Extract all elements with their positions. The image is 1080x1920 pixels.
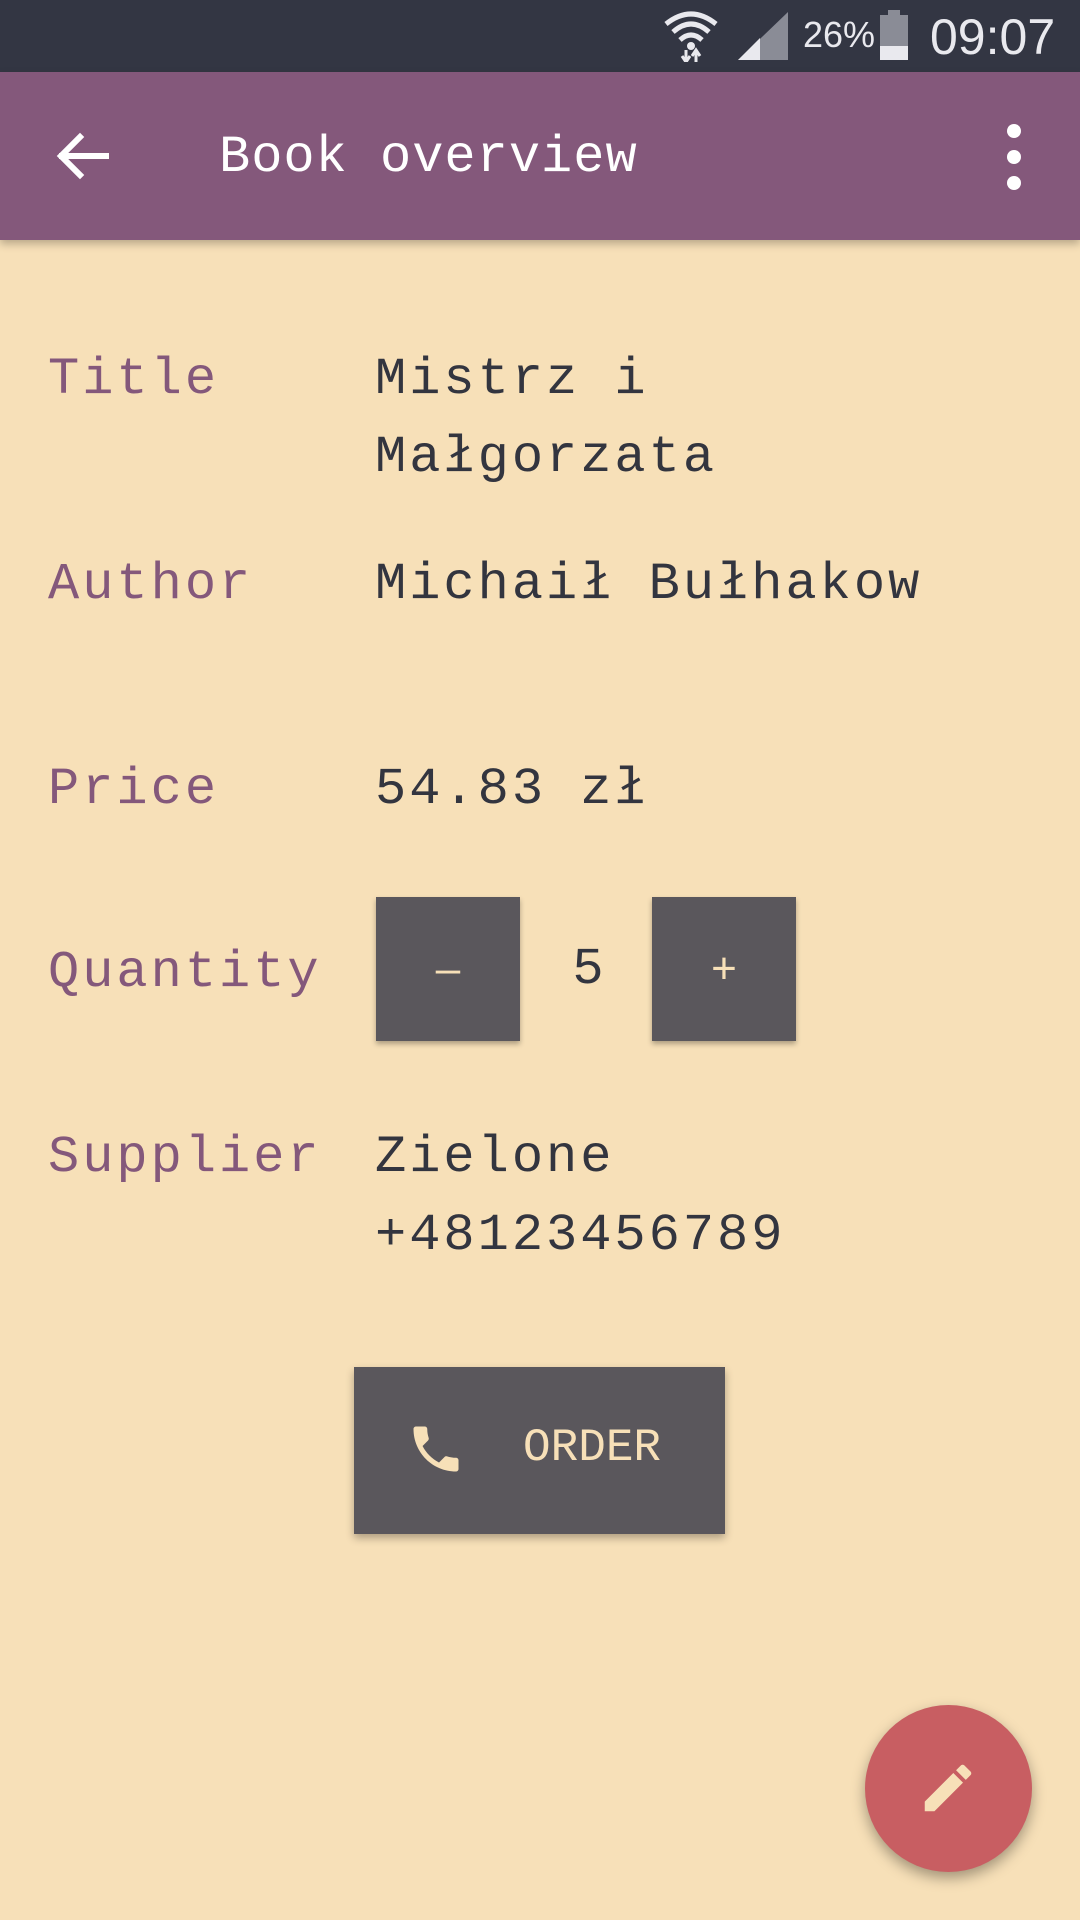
edit-fab[interactable] [865, 1705, 1032, 1872]
more-vert-icon[interactable] [990, 122, 1038, 192]
quantity-value: 5 [572, 940, 604, 999]
order-button[interactable]: ORDER [354, 1367, 725, 1534]
phone-icon [413, 1426, 459, 1472]
title-value-line2: Małgorzata [375, 428, 718, 487]
supplier-name: Zielone [375, 1128, 615, 1187]
supplier-phone: +48123456789 [375, 1206, 786, 1265]
battery-percent: 26% [803, 14, 876, 55]
title-value-line1: Mistrz i [375, 350, 649, 409]
price-label: Price [48, 760, 220, 819]
wifi-icon [664, 11, 718, 62]
page-title: Book overview [219, 128, 638, 187]
supplier-label: Supplier [48, 1128, 322, 1187]
app-bar: Book overview [0, 72, 1080, 240]
signal-icon [738, 12, 788, 60]
clock: 09:07 [930, 9, 1056, 65]
quantity-increase-button[interactable]: + [652, 897, 796, 1041]
status-bar: 26% 09:07 [0, 0, 1080, 72]
quantity-decrease-button[interactable]: – [376, 897, 520, 1041]
order-button-label: ORDER [523, 1422, 662, 1474]
price-value: 54.83 zł [375, 760, 649, 819]
author-label: Author [48, 555, 254, 614]
author-value: Michaił Bułhakow [375, 555, 923, 614]
title-label: Title [48, 350, 220, 409]
battery-icon [880, 10, 908, 60]
back-arrow-icon[interactable] [52, 124, 116, 188]
quantity-label: Quantity [48, 943, 322, 1002]
pencil-icon [924, 1764, 972, 1812]
